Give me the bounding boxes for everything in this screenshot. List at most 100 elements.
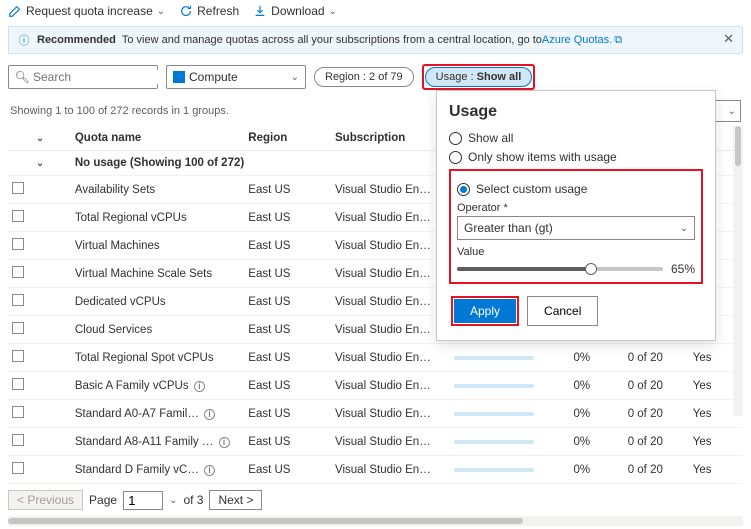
cell-subscription: Visual Studio En… (331, 428, 450, 456)
usage-bar (454, 440, 534, 444)
value-slider[interactable] (457, 267, 663, 271)
radio-icon (449, 132, 462, 145)
col-quota-name[interactable]: Quota name (71, 126, 244, 151)
chevron-down-icon: ⌄ (36, 158, 44, 169)
operator-select[interactable]: Greater than (gt) ⌄ (457, 216, 695, 240)
cell-region: East US (244, 260, 331, 288)
search-field[interactable] (33, 70, 188, 84)
slider-thumb[interactable] (585, 263, 597, 275)
table-row: Standard A8-A11 Family … iEast USVisual … (8, 428, 743, 456)
cell-usage-pct: 0% (569, 344, 623, 372)
flyout-title: Usage (449, 103, 703, 121)
table-row: Standard D Family vC… iEast USVisual Stu… (8, 456, 743, 484)
info-icon[interactable]: i (204, 465, 215, 476)
search-input[interactable]: 🔍︎ (8, 65, 158, 89)
cell-usage-bar (450, 400, 569, 428)
usage-filter[interactable]: Usage : Show all (425, 67, 533, 87)
usage-bar (454, 356, 534, 360)
banner-title: Recommended (37, 34, 116, 46)
next-page-button[interactable]: Next > (209, 490, 262, 510)
value-percent: 65% (671, 262, 695, 276)
col-region[interactable]: Region (244, 126, 331, 151)
info-icon[interactable]: i (204, 409, 215, 420)
azure-quotas-link[interactable]: Azure Quotas. (542, 34, 612, 46)
download-button[interactable]: Download ⌄ (253, 4, 337, 18)
cell-quota: 0 of 20 (624, 400, 689, 428)
table-row: Total Regional Spot vCPUsEast USVisual S… (8, 344, 743, 372)
value-slider-row: 65% (457, 262, 695, 276)
row-checkbox[interactable] (12, 182, 24, 194)
cell-subscription: Visual Studio En… (331, 176, 450, 204)
info-icon[interactable]: i (194, 381, 205, 392)
cell-quota-name: Cloud Services (71, 316, 244, 344)
cell-quota-name: Basic A Family vCPUs i (71, 372, 244, 400)
cell-region: East US (244, 456, 331, 484)
row-checkbox[interactable] (12, 322, 24, 334)
row-checkbox[interactable] (12, 294, 24, 306)
radio-custom-usage[interactable]: Select custom usage (457, 182, 695, 196)
vertical-scrollbar[interactable] (733, 126, 743, 416)
chevron-down-icon[interactable]: ⌄ (169, 495, 177, 506)
table-row: Basic A Family vCPUs iEast USVisual Stud… (8, 372, 743, 400)
row-checkbox[interactable] (12, 462, 24, 474)
row-checkbox[interactable] (12, 378, 24, 390)
cell-quota-name: Standard A8-A11 Family … i (71, 428, 244, 456)
cell-subscription: Visual Studio En… (331, 260, 450, 288)
col-subscription[interactable]: Subscription (331, 126, 450, 151)
provider-dropdown[interactable]: Compute ⌄ (166, 65, 306, 89)
row-checkbox[interactable] (12, 350, 24, 362)
prev-page-button[interactable]: < Previous (8, 490, 83, 510)
refresh-icon (179, 4, 193, 18)
horizontal-scrollbar[interactable] (8, 516, 743, 526)
cell-quota: 0 of 20 (624, 344, 689, 372)
cell-quota-name: Total Regional Spot vCPUs (71, 344, 244, 372)
cell-subscription: Visual Studio En… (331, 400, 450, 428)
refresh-button[interactable]: Refresh (179, 4, 239, 18)
cell-usage-pct: 0% (569, 400, 623, 428)
refresh-label: Refresh (197, 4, 239, 18)
cell-subscription: Visual Studio En… (331, 288, 450, 316)
radio-icon (449, 151, 462, 164)
cell-quota-name: Availability Sets (71, 176, 244, 204)
banner-text: To view and manage quotas across all you… (122, 34, 542, 46)
cell-subscription: Visual Studio En… (331, 316, 450, 344)
row-checkbox[interactable] (12, 210, 24, 222)
usage-filter-flyout: Usage Show all Only show items with usag… (436, 90, 716, 341)
cancel-button[interactable]: Cancel (527, 296, 598, 326)
cell-subscription: Visual Studio En… (331, 456, 450, 484)
page-label: Page (89, 493, 117, 507)
cell-quota-name: Virtual Machine Scale Sets (71, 260, 244, 288)
usage-filter-prefix: Usage : (436, 71, 477, 83)
chevron-down-icon[interactable]: ⌄ (36, 133, 44, 144)
cell-usage-bar (450, 372, 569, 400)
chevron-down-icon: ⌄ (157, 6, 165, 17)
region-filter[interactable]: Region : 2 of 79 (314, 67, 414, 87)
row-checkbox[interactable] (12, 434, 24, 446)
chevron-down-icon: ⌄ (680, 223, 688, 234)
apply-button[interactable]: Apply (454, 299, 516, 323)
page-input[interactable] (123, 491, 163, 510)
usage-filter-value: Show all (477, 71, 522, 83)
download-label: Download (271, 4, 324, 18)
cell-region: East US (244, 372, 331, 400)
radio-show-all[interactable]: Show all (449, 131, 703, 145)
slider-fill (457, 267, 591, 271)
cell-quota: 0 of 20 (624, 372, 689, 400)
info-icon[interactable]: i (219, 437, 230, 448)
radio-with-usage[interactable]: Only show items with usage (449, 150, 703, 164)
row-checkbox[interactable] (12, 406, 24, 418)
close-icon[interactable]: ✕ (723, 31, 734, 47)
request-quota-button[interactable]: Request quota increase ⌄ (8, 4, 165, 18)
radio-show-all-label: Show all (468, 131, 513, 145)
pencil-icon (8, 4, 22, 18)
radio-icon (457, 183, 470, 196)
cell-region: East US (244, 204, 331, 232)
operator-value: Greater than (gt) (464, 221, 553, 235)
row-checkbox[interactable] (12, 266, 24, 278)
row-checkbox[interactable] (12, 238, 24, 250)
cell-region: East US (244, 316, 331, 344)
cell-quota: 0 of 20 (624, 428, 689, 456)
request-quota-label: Request quota increase (26, 4, 153, 18)
chevron-down-icon: ⌄ (728, 106, 736, 117)
pager: < Previous Page ⌄ of 3 Next > (0, 484, 751, 516)
